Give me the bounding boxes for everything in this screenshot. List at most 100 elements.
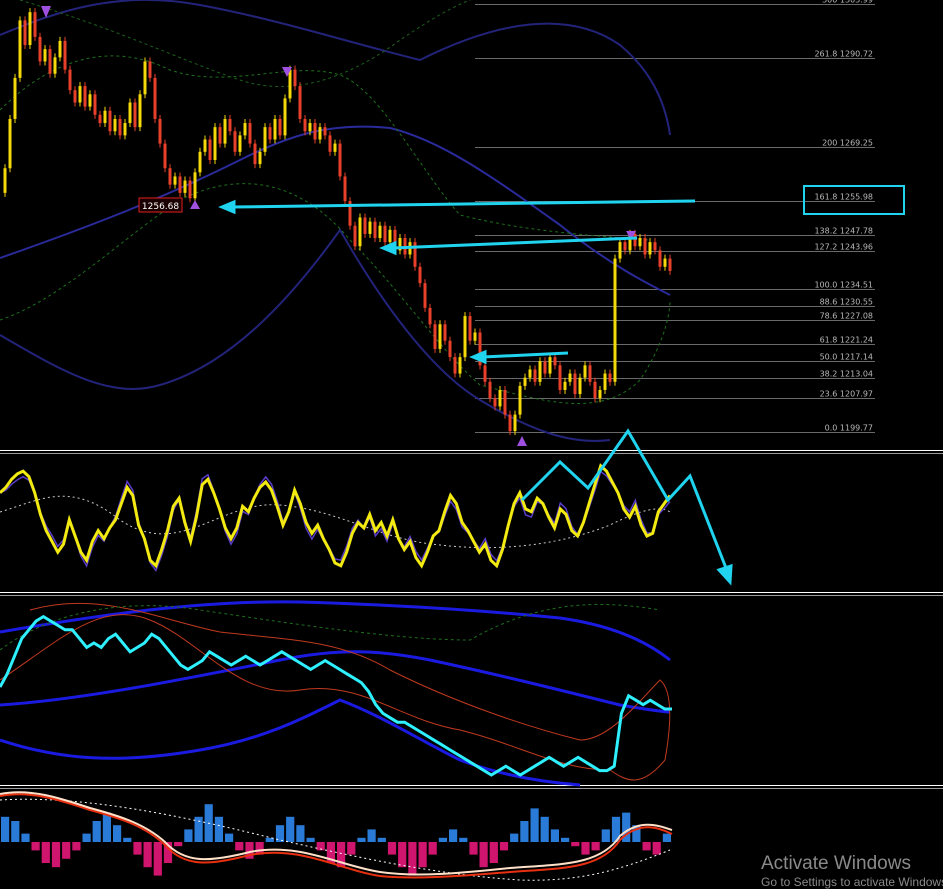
fractal-up-arrow bbox=[517, 436, 527, 446]
macd-histogram-bar bbox=[591, 842, 600, 851]
candle-body bbox=[118, 118, 122, 136]
candle-body bbox=[358, 217, 362, 247]
fib-level-label: 138.2 1247.78 bbox=[814, 227, 873, 236]
candle-body bbox=[143, 61, 147, 95]
candle-body bbox=[53, 57, 57, 74]
candle-body bbox=[368, 221, 372, 234]
macd-histogram-bar bbox=[561, 837, 570, 842]
candle-body bbox=[583, 365, 587, 378]
candle-body bbox=[253, 143, 257, 165]
candle-body bbox=[278, 118, 282, 136]
candle-body bbox=[653, 242, 657, 251]
candle-body bbox=[188, 180, 192, 199]
candle-body bbox=[428, 307, 432, 325]
candle-body bbox=[508, 414, 512, 432]
candle-body bbox=[213, 127, 217, 161]
macd-histogram-bar bbox=[11, 821, 20, 842]
candle-body bbox=[558, 365, 562, 390]
candle-body bbox=[523, 377, 527, 386]
price-tag: 1256.68 bbox=[138, 197, 183, 213]
candle-body bbox=[3, 168, 7, 193]
candle-body bbox=[388, 229, 392, 243]
candle-body bbox=[228, 118, 232, 132]
candle-body bbox=[538, 361, 542, 382]
candle-body bbox=[78, 86, 82, 103]
macd-histogram-bar bbox=[82, 833, 91, 842]
macd-histogram-bar bbox=[184, 829, 193, 842]
fib-level: 138.2 1247.78 bbox=[475, 227, 875, 236]
candle-body bbox=[483, 365, 487, 382]
fractal-markers bbox=[41, 6, 636, 446]
candle-body bbox=[353, 225, 357, 247]
candle-body bbox=[573, 373, 577, 395]
candle-body bbox=[363, 217, 367, 234]
candle-body bbox=[513, 414, 517, 432]
candle-body bbox=[203, 139, 207, 152]
macd-histogram-bar bbox=[1, 816, 10, 842]
candle-body bbox=[33, 12, 37, 37]
candle-body bbox=[598, 389, 602, 399]
watermark-subtitle: Go to Settings to activate Windows. bbox=[761, 875, 943, 889]
candle-body bbox=[48, 49, 52, 74]
candle-body bbox=[308, 123, 312, 132]
macd-histogram-bar bbox=[347, 842, 356, 855]
candle-body bbox=[68, 69, 72, 91]
candle-body bbox=[638, 238, 642, 247]
candle-body bbox=[133, 102, 137, 128]
macd-histogram-bar bbox=[174, 842, 183, 847]
candle-body bbox=[383, 225, 387, 243]
macd-histogram-bar bbox=[540, 816, 549, 842]
macd-histogram-bar bbox=[398, 842, 407, 868]
macd-histogram-bar bbox=[652, 842, 661, 855]
activate-windows-watermark: Activate Windows Go to Settings to activ… bbox=[761, 854, 943, 888]
arrow-head bbox=[469, 349, 487, 365]
candle-body bbox=[668, 258, 672, 271]
macd-panel bbox=[0, 791, 673, 881]
candle-body bbox=[533, 369, 537, 382]
red-band-upper bbox=[29, 602, 671, 761]
candle-body bbox=[178, 176, 182, 193]
bands-panel bbox=[0, 600, 672, 787]
candle-body bbox=[233, 131, 237, 152]
candle-body bbox=[473, 332, 477, 341]
candle-body bbox=[453, 357, 457, 374]
candle-body bbox=[13, 77, 17, 119]
candle-body bbox=[663, 258, 667, 267]
macd-histogram-bar bbox=[225, 833, 234, 842]
candle-body bbox=[578, 377, 582, 395]
candle-body bbox=[488, 381, 492, 399]
candle-body bbox=[218, 127, 222, 144]
price-tag-label: 1256.68 bbox=[142, 202, 179, 212]
arrow-line bbox=[231, 199, 696, 209]
macd-histogram-bar bbox=[214, 816, 223, 842]
candle-body bbox=[593, 381, 597, 399]
macd-histogram-bar bbox=[51, 842, 61, 868]
blue-band-lower bbox=[0, 698, 581, 787]
annotation-arrows bbox=[218, 199, 696, 365]
macd-histogram-bar bbox=[235, 842, 244, 851]
macd-histogram-bar bbox=[662, 833, 671, 842]
macd-histogram-bar bbox=[31, 842, 40, 851]
candle-body bbox=[633, 233, 637, 247]
candle-body bbox=[623, 242, 627, 251]
candle-body bbox=[458, 357, 462, 374]
candle-body bbox=[443, 324, 447, 341]
macd-histogram-bar bbox=[571, 842, 580, 847]
candle-body bbox=[543, 361, 547, 374]
macd-histogram-bar bbox=[418, 842, 427, 868]
extra-band bbox=[19, 0, 472, 87]
candle-body bbox=[643, 238, 647, 255]
candle-body bbox=[173, 176, 177, 185]
macd-histogram-bar bbox=[601, 829, 610, 842]
macd-histogram-bar bbox=[133, 842, 142, 855]
bands-main-line bbox=[0, 614, 672, 777]
candle-body bbox=[183, 180, 187, 193]
macd-histogram-bar bbox=[489, 842, 498, 863]
fib-level-label: 61.8 1221.24 bbox=[820, 336, 873, 345]
macd-histogram-bar bbox=[367, 829, 376, 842]
candle-body bbox=[258, 151, 262, 165]
candle-body bbox=[123, 123, 127, 136]
arrow-line bbox=[392, 236, 638, 250]
fib-level: 61.8 1221.24 bbox=[475, 336, 875, 345]
macd-histogram-bar bbox=[428, 842, 437, 855]
